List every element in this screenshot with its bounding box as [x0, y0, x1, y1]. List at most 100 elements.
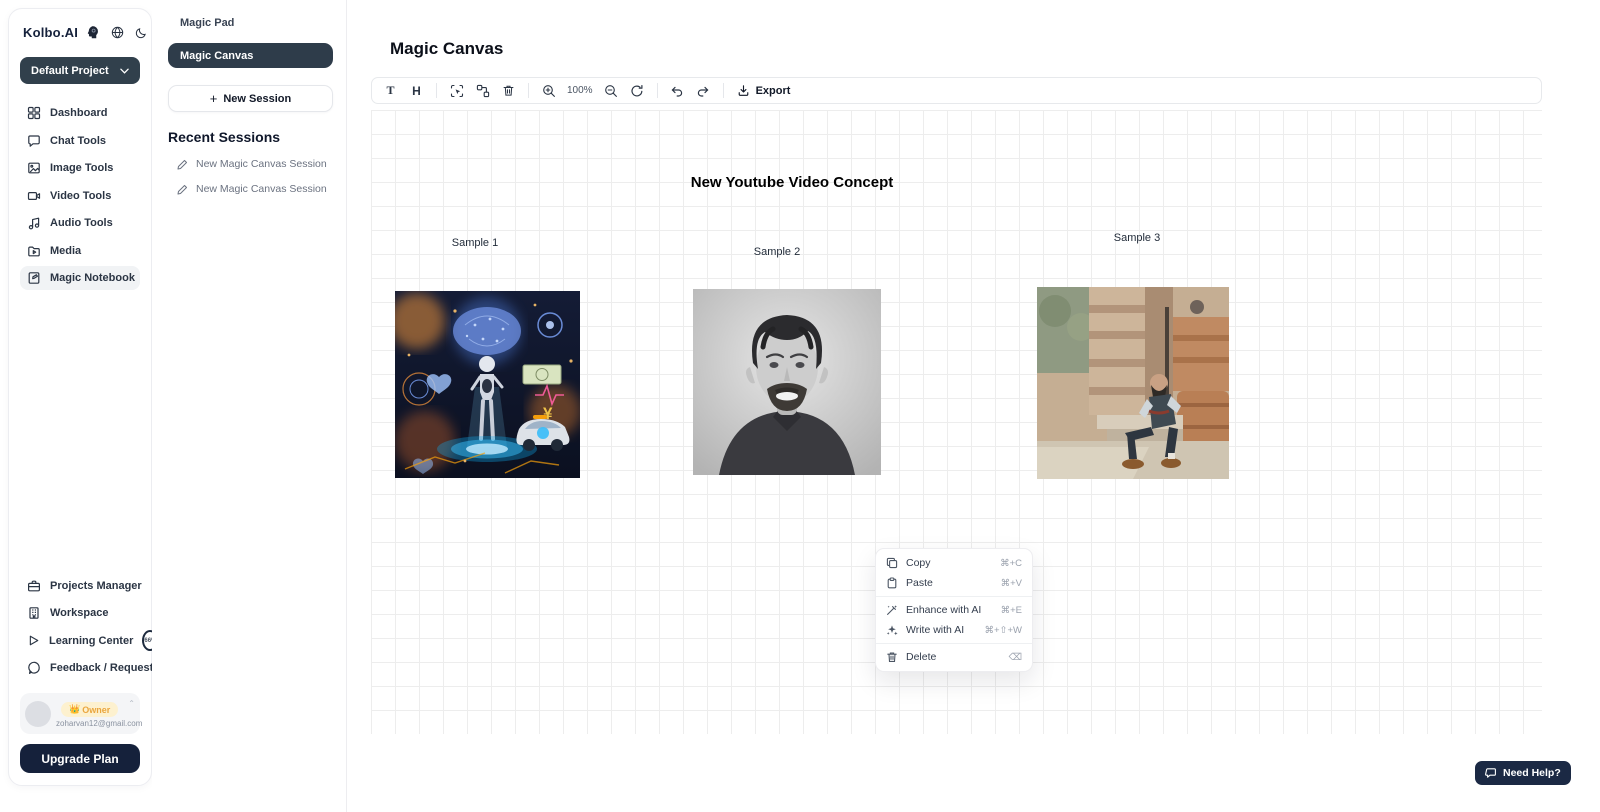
sidebar-item-chat-tools[interactable]: Chat Tools [20, 129, 140, 153]
copy-icon [886, 557, 898, 569]
magic-canvas-workspace[interactable]: New Youtube Video Concept Sample 1 Sampl… [371, 110, 1542, 734]
menu-item-enhance-with-ai[interactable]: Enhance with AI ⌘+E [876, 600, 1032, 620]
language-globe-icon[interactable] [111, 26, 124, 39]
logo-row: Kolbo.AI [20, 25, 140, 40]
sidebar-item-label: Feedback / Request [50, 662, 153, 674]
need-help-button[interactable]: Need Help? [1475, 761, 1571, 785]
nav-magic-pad[interactable]: Magic Pad [168, 14, 333, 32]
menu-shortcut: ⌘+C [1000, 558, 1022, 569]
session-list-item[interactable]: New Magic Canvas Session [168, 183, 333, 195]
sidebar-item-label: Workspace [50, 607, 109, 619]
dashboard-icon [27, 106, 41, 120]
sidebar-item-learning-center[interactable]: Learning Center 66% [20, 629, 140, 653]
recent-sessions-title: Recent Sessions [168, 129, 333, 145]
sidebar-item-audio-tools[interactable]: Audio Tools [20, 211, 140, 235]
chat-icon [27, 134, 41, 148]
user-email: zoharvan12@gmail.com [56, 719, 123, 728]
sidebar-item-label: Image Tools [50, 162, 113, 174]
text-tool-button[interactable]: T [381, 81, 400, 100]
user-card-caret-icon: ⌃ [128, 699, 135, 708]
play-icon [27, 634, 40, 647]
menu-shortcut: ⌘+V [1001, 578, 1022, 589]
user-info: 👑Owner zoharvan12@gmail.com [56, 699, 123, 728]
menu-item-label: Delete [906, 651, 936, 663]
menu-item-copy[interactable]: Copy ⌘+C [876, 553, 1032, 573]
reset-view-button[interactable] [628, 81, 647, 100]
folder-media-icon [27, 244, 41, 258]
sample-2-image[interactable] [693, 289, 881, 475]
delete-tool-button[interactable] [499, 81, 518, 100]
toolbar-divider [528, 83, 529, 98]
sidebar-item-feedback-request[interactable]: Feedback / Request [20, 656, 140, 680]
avatar [25, 701, 51, 727]
toolbar-divider [723, 83, 724, 98]
zoom-in-button[interactable] [539, 81, 558, 100]
connector-tool-button[interactable] [473, 81, 492, 100]
sidebar-spacer [20, 290, 140, 557]
menu-item-label: Paste [906, 577, 933, 589]
sidebar-item-label: Dashboard [50, 107, 107, 119]
sidebar-item-projects-manager[interactable]: Projects Manager [20, 574, 140, 598]
redo-button[interactable] [694, 81, 713, 100]
sidebar-item-video-tools[interactable]: Video Tools [20, 184, 140, 208]
sample-1-image[interactable]: ¥ [395, 291, 580, 478]
image-icon [27, 161, 41, 175]
menu-item-paste[interactable]: Paste ⌘+V [876, 573, 1032, 593]
plus-icon: + [210, 91, 218, 106]
enhance-icon [886, 604, 898, 616]
nav-magic-canvas-active[interactable]: Magic Canvas [168, 43, 333, 68]
logo-head-icon [85, 25, 100, 40]
session-item-label: New Magic Canvas Session [196, 183, 327, 195]
select-tool-button[interactable] [447, 81, 466, 100]
session-list-item[interactable]: New Magic Canvas Session [168, 158, 333, 170]
session-item-label: New Magic Canvas Session [196, 158, 327, 170]
dark-mode-moon-icon[interactable] [135, 27, 147, 39]
menu-shortcut: ⌘+⇧+W [984, 625, 1022, 636]
page-title: Magic Canvas [390, 39, 503, 59]
sidebar-item-dashboard[interactable]: Dashboard [20, 101, 140, 125]
sample-3-image[interactable] [1037, 287, 1229, 479]
sidebar-item-workspace[interactable]: Workspace [20, 601, 140, 625]
project-selector[interactable]: Default Project [20, 57, 140, 84]
toolbar-divider [657, 83, 658, 98]
primary-nav: Dashboard Chat Tools Image Tools Video T… [20, 101, 140, 290]
canvas-heading-text[interactable]: New Youtube Video Concept [691, 174, 894, 191]
menu-divider [876, 596, 1032, 597]
context-menu: Copy ⌘+C Paste ⌘+V Enhance with AI ⌘+E W… [875, 548, 1033, 672]
undo-button[interactable] [668, 81, 687, 100]
sidebar-item-magic-notebook[interactable]: Magic Notebook [20, 266, 140, 290]
video-icon [27, 189, 41, 203]
menu-item-delete[interactable]: Delete ⌫ [876, 647, 1032, 667]
sidebar-item-label: Learning Center [49, 635, 133, 647]
new-session-button[interactable]: + New Session [168, 85, 333, 112]
sidebar: Kolbo.AI Default Project Dashboard [8, 8, 152, 786]
export-label: Export [756, 85, 791, 97]
zoom-level-value[interactable]: 100% [565, 85, 595, 96]
write-icon [886, 624, 898, 636]
sidebar-item-label: Projects Manager [50, 580, 142, 592]
upgrade-plan-button[interactable]: Upgrade Plan [20, 744, 140, 773]
menu-item-label: Enhance with AI [906, 604, 981, 616]
menu-divider [876, 643, 1032, 644]
user-card[interactable]: 👑Owner zoharvan12@gmail.com ⌃ [20, 693, 140, 734]
sample-1-label[interactable]: Sample 1 [452, 237, 498, 249]
heading-tool-button[interactable]: H [407, 81, 426, 100]
sidebar-item-label: Video Tools [50, 190, 111, 202]
sample-2-label[interactable]: Sample 2 [754, 246, 800, 258]
pencil-icon [177, 184, 188, 195]
brand-logo: Kolbo.AI [23, 25, 78, 40]
need-help-label: Need Help? [1503, 767, 1561, 779]
sidebar-item-label: Media [50, 245, 81, 257]
sidebar-item-image-tools[interactable]: Image Tools [20, 156, 140, 180]
menu-item-write-with-ai[interactable]: Write with AI ⌘+⇧+W [876, 620, 1032, 640]
delete-icon [886, 651, 898, 663]
sessions-panel: Magic Pad Magic Canvas + New Session Rec… [152, 0, 347, 812]
zoom-out-button[interactable] [602, 81, 621, 100]
export-button[interactable]: Export [734, 84, 794, 97]
feedback-bubble-icon [27, 661, 41, 675]
sample-3-label[interactable]: Sample 3 [1114, 232, 1160, 244]
sidebar-item-label: Chat Tools [50, 135, 106, 147]
building-icon [27, 606, 41, 620]
sidebar-item-media[interactable]: Media [20, 239, 140, 263]
project-selector-label: Default Project [31, 65, 109, 77]
